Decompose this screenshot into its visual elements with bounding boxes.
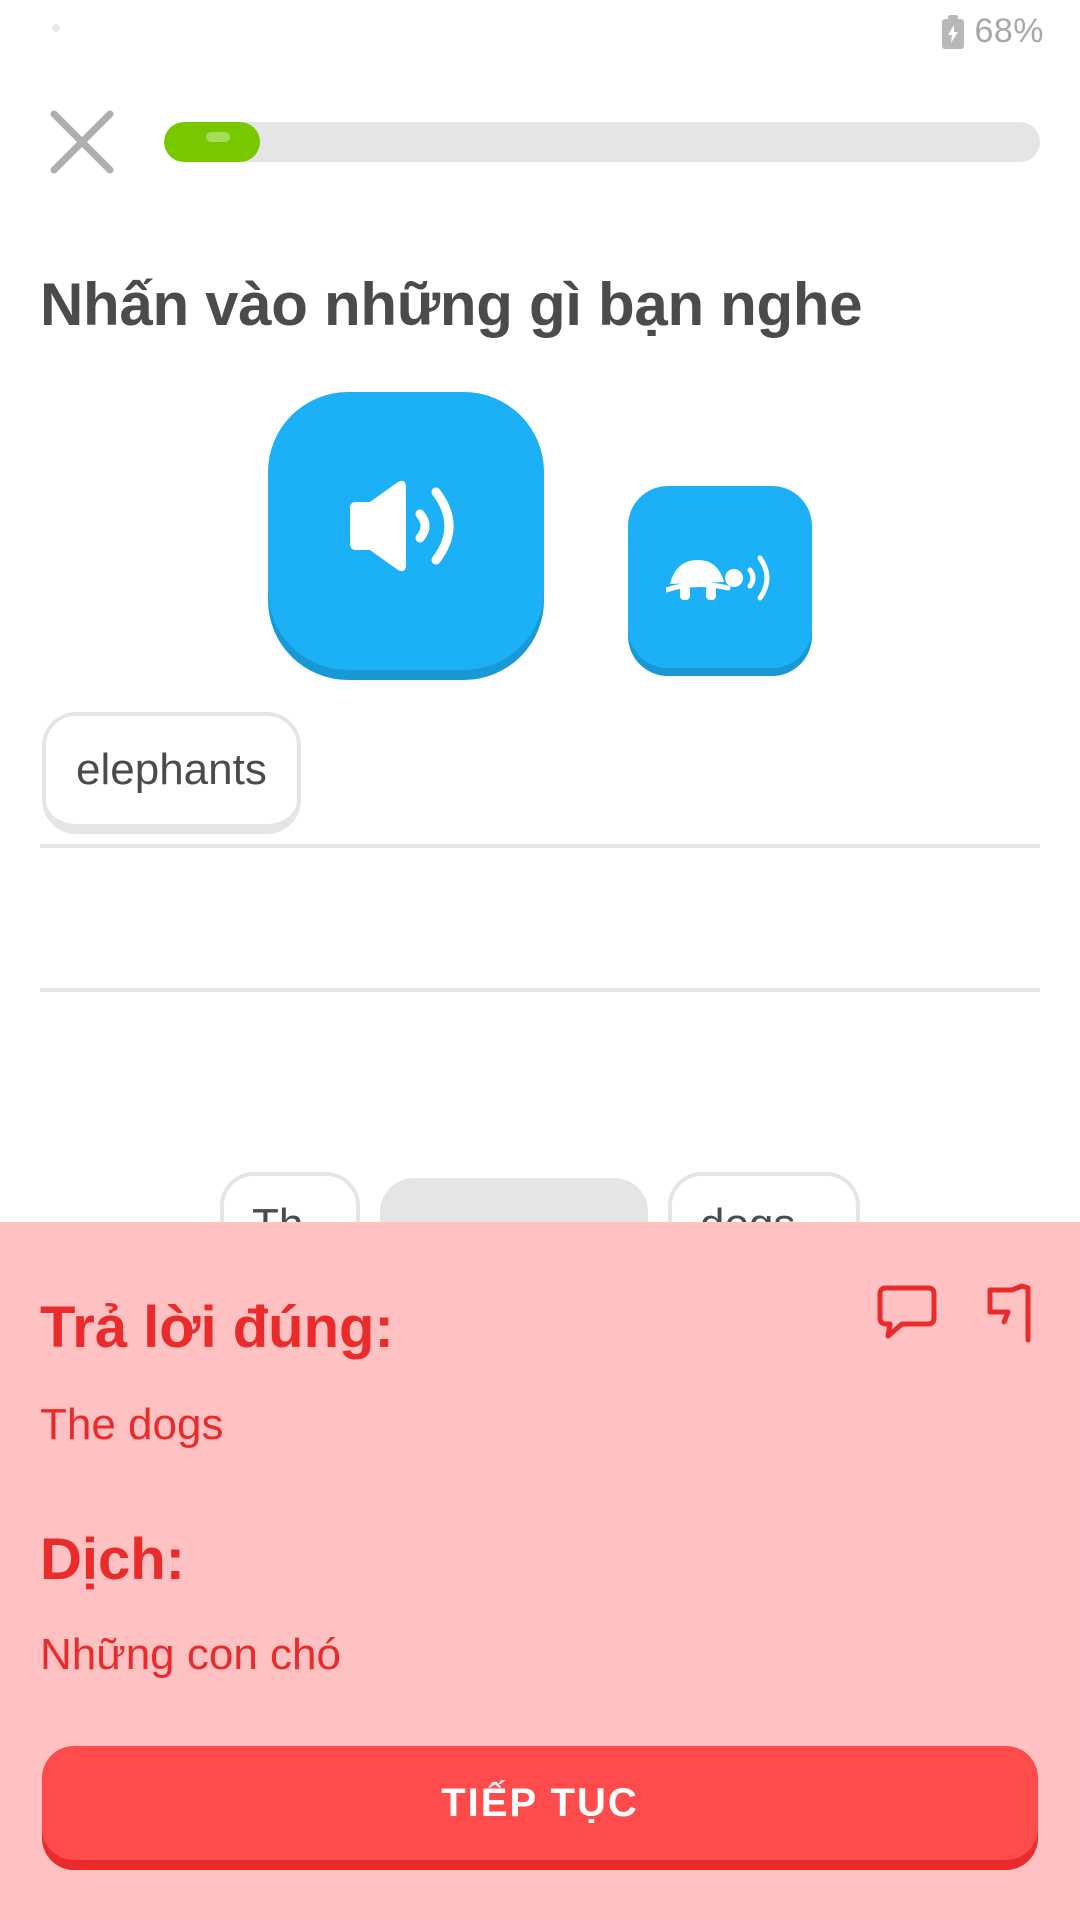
play-audio-button[interactable] <box>268 392 544 670</box>
answer-line-1 <box>40 844 1040 848</box>
battery-status: 68% <box>942 12 1044 51</box>
selected-word-chip[interactable]: elephants <box>42 712 301 834</box>
lesson-progress-fill <box>164 122 261 162</box>
status-indicator-dot <box>52 24 60 32</box>
close-button[interactable] <box>42 104 122 184</box>
battery-percent: 68% <box>974 12 1044 50</box>
play-slow-audio-button[interactable] <box>628 486 812 668</box>
comment-icon <box>877 1285 937 1339</box>
close-icon <box>50 110 114 174</box>
translation-heading: Dịch: <box>40 1527 185 1592</box>
speaker-icon <box>350 480 454 572</box>
correct-answer-heading: Trả lời đúng: <box>40 1295 394 1360</box>
correct-answer-text: The dogs <box>40 1400 224 1449</box>
prompt-title: Nhấn vào những gì bạn nghe <box>40 271 863 338</box>
battery-charging-icon <box>942 14 965 49</box>
continue-button[interactable]: TIẾP TỤC <box>42 1746 1038 1860</box>
lesson-progress-bar <box>164 122 1040 162</box>
turtle-speaker-icon <box>666 555 770 601</box>
answer-line-2 <box>40 988 1040 992</box>
discuss-button[interactable] <box>876 1284 938 1345</box>
report-button[interactable] <box>982 1282 1034 1349</box>
flag-icon <box>987 1283 1031 1343</box>
translation-text: Những con chó <box>40 1630 341 1679</box>
